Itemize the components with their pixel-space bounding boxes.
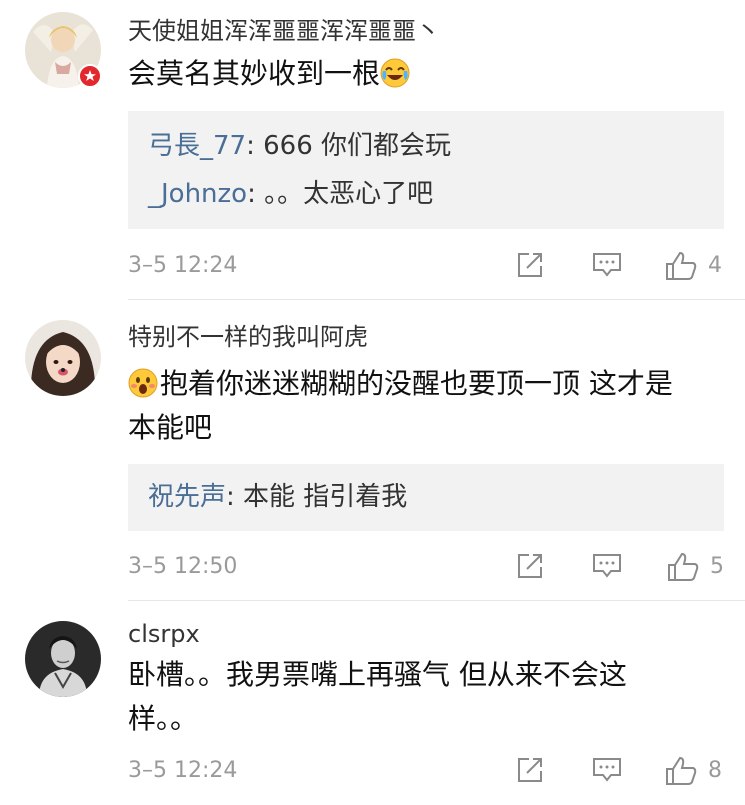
comment-time: 3–5 12:24 bbox=[128, 758, 238, 783]
laughing-crying-emoji-icon bbox=[380, 57, 410, 88]
shocked-emoji-icon bbox=[128, 367, 158, 398]
comment-icon[interactable] bbox=[592, 251, 622, 281]
reply-item[interactable]: 弓長_77: 666 你们都会玩 bbox=[148, 122, 724, 170]
comment-icon[interactable] bbox=[592, 552, 622, 582]
repost-icon[interactable] bbox=[516, 552, 544, 582]
comment-meta: 3–5 12:24 4 bbox=[128, 251, 745, 281]
comment-text: 抱着你迷迷糊糊的没醒也要顶一顶 这才是 本能吧 bbox=[128, 362, 728, 450]
reply-text: : 666 你们都会玩 bbox=[246, 131, 452, 161]
comment-item: 天使姐姐浑浑噩噩浑浑噩噩丶 会莫名其妙收到一根 弓長_77: 666 你们都会玩… bbox=[0, 0, 745, 300]
comment-time: 3–5 12:50 bbox=[128, 554, 238, 579]
comment-item: 特别不一样的我叫阿虎 抱着你迷迷糊糊的没醒也要顶一顶 这才是 本能吧 祝先声: … bbox=[0, 300, 745, 600]
avatar[interactable] bbox=[25, 320, 101, 396]
like-count: 5 bbox=[710, 554, 724, 579]
like-count: 4 bbox=[708, 253, 722, 278]
comment-text-line: 本能吧 bbox=[128, 411, 213, 444]
reply-username[interactable]: 弓長_77 bbox=[148, 131, 246, 161]
reply-username[interactable]: 祝先声 bbox=[148, 482, 226, 512]
comment-meta: 3–5 12:50 5 bbox=[128, 552, 745, 582]
reply-text: : 本能 指引着我 bbox=[226, 482, 408, 512]
reply-item[interactable]: _Johnzo: 。。太恶心了吧 bbox=[148, 170, 724, 218]
comment-username[interactable]: clsrpx bbox=[128, 619, 200, 649]
like-count: 8 bbox=[708, 758, 722, 783]
like-icon[interactable] bbox=[665, 756, 697, 786]
reply-username[interactable]: _Johnzo bbox=[148, 179, 247, 209]
comment-time: 3–5 12:24 bbox=[128, 253, 238, 278]
repost-icon[interactable] bbox=[516, 756, 544, 786]
comment-text-segment: 会莫名其妙收到一根 bbox=[128, 57, 381, 90]
reply-text: : 。。太恶心了吧 bbox=[247, 179, 434, 209]
avatar[interactable] bbox=[25, 621, 101, 697]
comment-username[interactable]: 特别不一样的我叫阿虎 bbox=[128, 322, 368, 352]
comment-meta: 3–5 12:24 8 bbox=[128, 756, 745, 786]
comment-text-line: 抱着你迷迷糊糊的没醒也要顶一顶 这才是 bbox=[128, 362, 728, 406]
reply-box[interactable]: 祝先声: 本能 指引着我 bbox=[128, 464, 724, 531]
comment-username[interactable]: 天使姐姐浑浑噩噩浑浑噩噩丶 bbox=[128, 16, 440, 46]
comment-text: 卧槽。。我男票嘴上再骚气 但从来不会这 样。。 bbox=[128, 653, 728, 741]
repost-icon[interactable] bbox=[516, 251, 544, 281]
comment-text-segment: 抱着你迷迷糊糊的没醒也要顶一顶 这才是 bbox=[160, 367, 673, 400]
reply-box[interactable]: 弓長_77: 666 你们都会玩 _Johnzo: 。。太恶心了吧 bbox=[128, 111, 724, 229]
comment-text-line: 卧槽。。我男票嘴上再骚气 但从来不会这 bbox=[128, 658, 627, 691]
comment-text-line: 会莫名其妙收到一根 bbox=[128, 52, 728, 96]
comment-text: 会莫名其妙收到一根 bbox=[128, 52, 728, 96]
like-icon[interactable] bbox=[665, 251, 697, 281]
like-icon[interactable] bbox=[667, 552, 699, 582]
comment-item: clsrpx 卧槽。。我男票嘴上再骚气 但从来不会这 样。。 3–5 12:24… bbox=[0, 601, 745, 805]
comment-icon[interactable] bbox=[592, 756, 622, 786]
reply-item[interactable]: 祝先声: 本能 指引着我 bbox=[148, 473, 724, 521]
verified-badge-icon bbox=[78, 64, 102, 88]
comment-text-line: 样。。 bbox=[128, 702, 199, 735]
